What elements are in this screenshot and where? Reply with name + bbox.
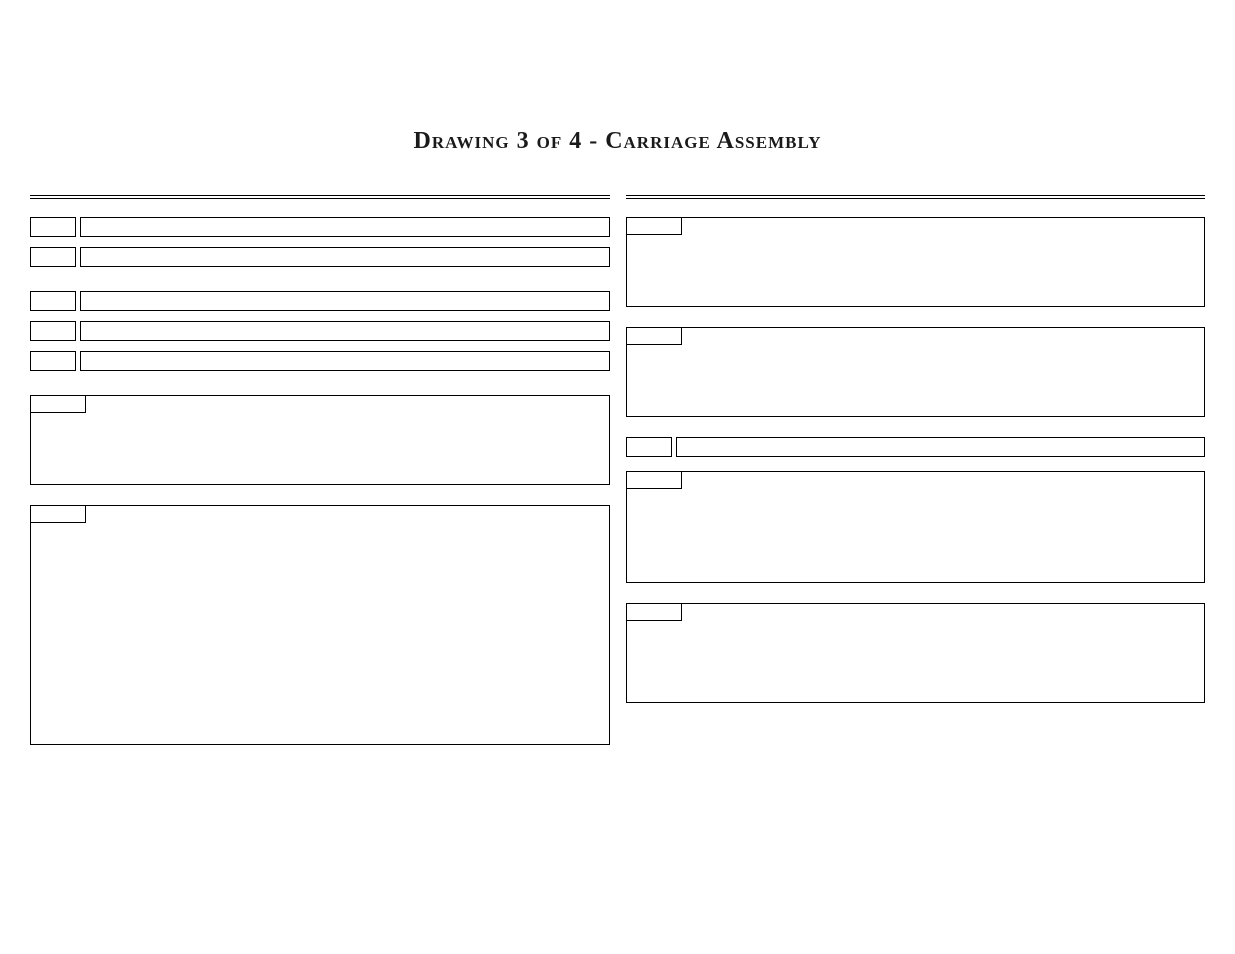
textarea-block[interactable]	[626, 327, 1206, 417]
left-column	[30, 195, 610, 765]
field-number[interactable]	[626, 437, 672, 457]
field-text[interactable]	[80, 321, 610, 341]
field-row	[30, 247, 610, 267]
textarea-tab	[626, 603, 682, 621]
field-group	[30, 217, 610, 277]
two-column-layout	[0, 195, 1235, 765]
field-row	[626, 437, 1206, 457]
textarea-block[interactable]	[626, 471, 1206, 583]
column-rule	[626, 195, 1206, 199]
field-row	[30, 291, 610, 311]
textarea-tab	[626, 217, 682, 235]
field-number[interactable]	[30, 217, 76, 237]
field-row	[30, 321, 610, 341]
field-group	[30, 291, 610, 381]
right-column	[626, 195, 1206, 765]
field-number[interactable]	[30, 321, 76, 341]
textarea-block[interactable]	[30, 395, 610, 485]
field-number[interactable]	[30, 247, 76, 267]
textarea-tab	[30, 395, 86, 413]
field-text[interactable]	[80, 217, 610, 237]
field-text[interactable]	[80, 247, 610, 267]
column-rule	[30, 195, 610, 199]
field-number[interactable]	[30, 291, 76, 311]
page-title: Drawing 3 of 4 - Carriage Assembly	[0, 0, 1235, 195]
field-text[interactable]	[80, 351, 610, 371]
textarea-tab	[626, 327, 682, 345]
textarea-tab	[30, 505, 86, 523]
textarea-tab	[626, 471, 682, 489]
textarea-block[interactable]	[30, 505, 610, 745]
field-row	[30, 217, 610, 237]
field-text[interactable]	[80, 291, 610, 311]
field-text[interactable]	[676, 437, 1206, 457]
textarea-block[interactable]	[626, 217, 1206, 307]
field-row	[30, 351, 610, 371]
field-number[interactable]	[30, 351, 76, 371]
textarea-block[interactable]	[626, 603, 1206, 703]
